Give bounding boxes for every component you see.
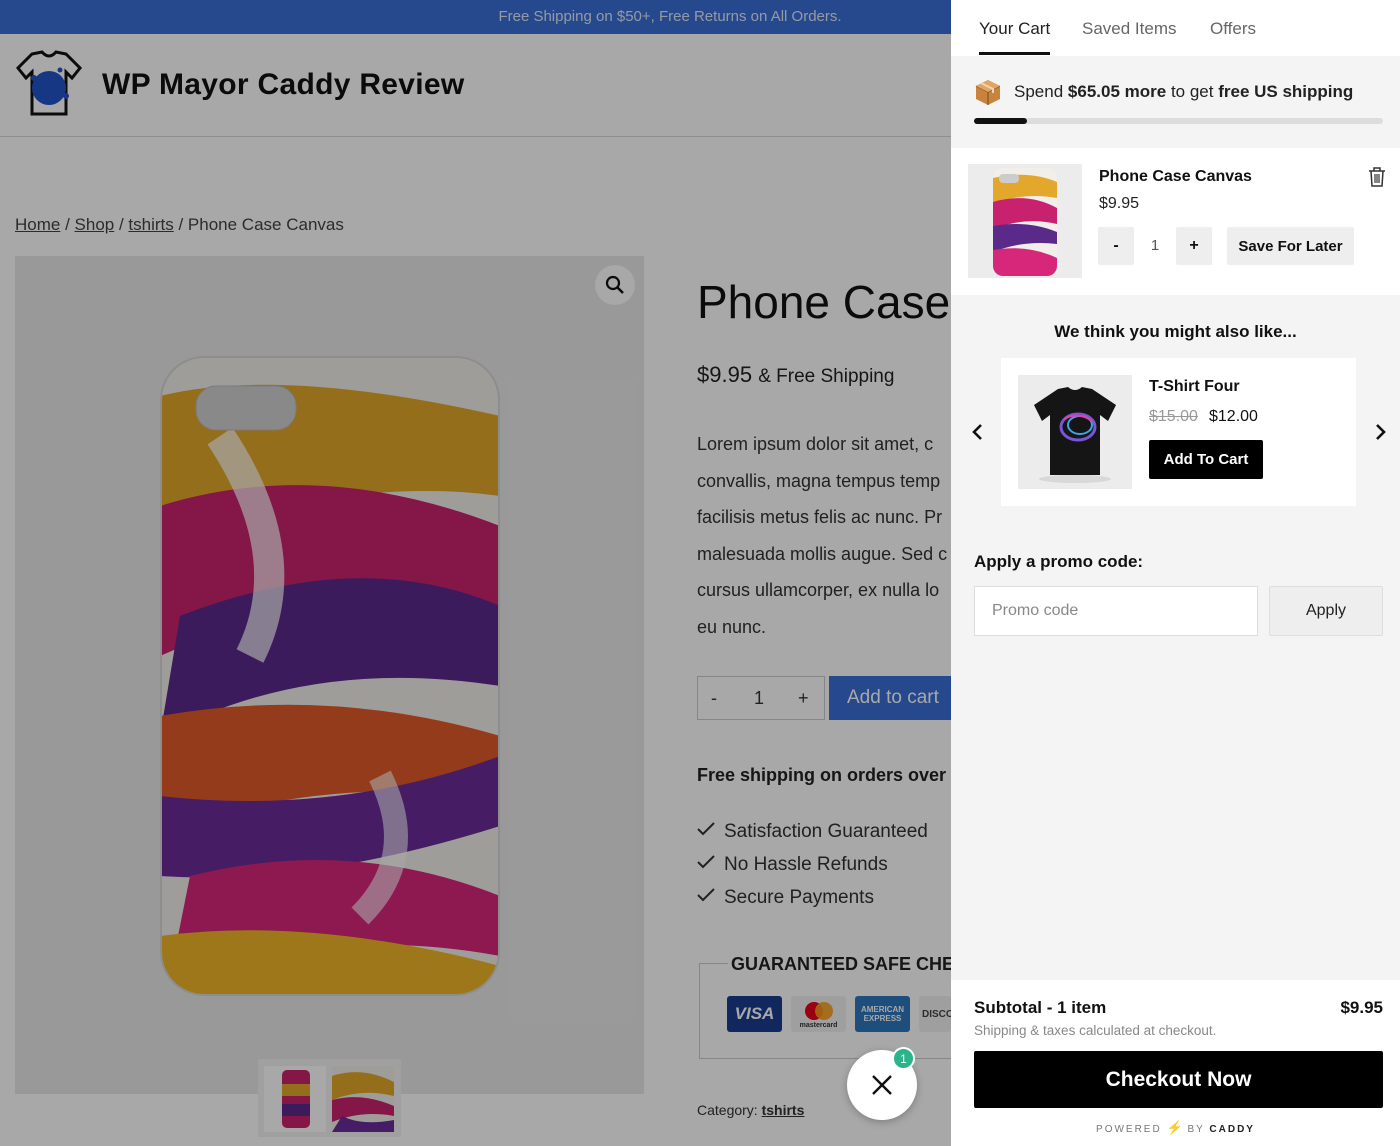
caddy-brand: CADDY bbox=[1209, 1124, 1255, 1135]
page-dim-overlay[interactable] bbox=[0, 0, 951, 1146]
promo-code-input[interactable] bbox=[974, 586, 1258, 636]
recommended-sale-price: $12.00 bbox=[1209, 408, 1258, 425]
lightning-icon: ⚡ bbox=[1166, 1120, 1183, 1135]
recommended-product-image[interactable] bbox=[1018, 375, 1132, 489]
cart-tabs: Your Cart Saved Items Offers bbox=[951, 0, 1400, 56]
cart-footer: Subtotal - 1 item $9.95 Shipping & taxes… bbox=[951, 980, 1400, 1146]
shipping-progress-fill bbox=[974, 118, 1028, 124]
apply-promo-button[interactable]: Apply bbox=[1269, 586, 1383, 636]
checkout-button[interactable]: Checkout Now bbox=[974, 1051, 1383, 1108]
active-tab-indicator bbox=[979, 52, 1050, 55]
page: Free Shipping on $50+, Free Returns on A… bbox=[0, 0, 1400, 1146]
package-icon bbox=[975, 80, 1001, 105]
chevron-left-icon[interactable] bbox=[970, 422, 986, 442]
trash-icon[interactable] bbox=[1367, 166, 1387, 188]
recommended-product-card: T-Shirt Four $15.00 $12.00 Add To Cart bbox=[1001, 358, 1356, 506]
cart-item-name[interactable]: Phone Case Canvas bbox=[1099, 168, 1252, 186]
free-shipping-message: Spend $65.05 more to get free US shippin… bbox=[974, 78, 1353, 106]
subtotal-amount: $9.95 bbox=[1340, 998, 1383, 1017]
cart-item-image[interactable] bbox=[968, 164, 1082, 278]
cart-qty-plus-button[interactable]: + bbox=[1176, 227, 1212, 265]
recommended-product-name[interactable]: T-Shirt Four bbox=[1149, 378, 1240, 396]
shipping-progress-bar bbox=[974, 118, 1383, 124]
by-text: BY bbox=[1187, 1124, 1205, 1135]
shipping-middle: to get bbox=[1170, 82, 1214, 101]
close-icon bbox=[872, 1075, 892, 1095]
tab-saved-items[interactable]: Saved Items bbox=[1082, 19, 1177, 39]
tab-offers[interactable]: Offers bbox=[1210, 19, 1256, 39]
shipping-prefix: Spend bbox=[1014, 82, 1064, 101]
promo-code-label: Apply a promo code: bbox=[974, 552, 1144, 571]
recommendations-heading: We think you might also like... bbox=[1054, 322, 1297, 341]
cart-count-badge: 1 bbox=[892, 1047, 915, 1070]
save-for-later-button[interactable]: Save For Later bbox=[1227, 227, 1354, 265]
shipping-amount-remaining: $65.05 more bbox=[1067, 82, 1167, 101]
tab-your-cart[interactable]: Your Cart bbox=[979, 19, 1050, 39]
subtotal-label: Subtotal - 1 item bbox=[974, 998, 1107, 1017]
cart-item: Phone Case Canvas $9.95 - 1 + Save For L… bbox=[951, 148, 1400, 295]
cart-qty-minus-button[interactable]: - bbox=[1098, 227, 1134, 265]
side-cart-panel: Your Cart Saved Items Offers Spend $65.0… bbox=[951, 0, 1400, 1146]
chevron-right-icon[interactable] bbox=[1372, 422, 1388, 442]
checkout-note: Shipping & taxes calculated at checkout. bbox=[974, 1023, 1217, 1038]
cart-item-price: $9.95 bbox=[1099, 195, 1140, 212]
powered-by-caddy[interactable]: POWERED ⚡ BY CADDY bbox=[951, 1120, 1400, 1136]
powered-text: POWERED bbox=[1096, 1124, 1162, 1135]
cart-qty-value[interactable]: 1 bbox=[1141, 237, 1169, 254]
recommended-add-to-cart-button[interactable]: Add To Cart bbox=[1149, 440, 1263, 479]
recommended-old-price: $15.00 bbox=[1149, 408, 1198, 425]
shipping-goal: free US shipping bbox=[1218, 82, 1354, 101]
